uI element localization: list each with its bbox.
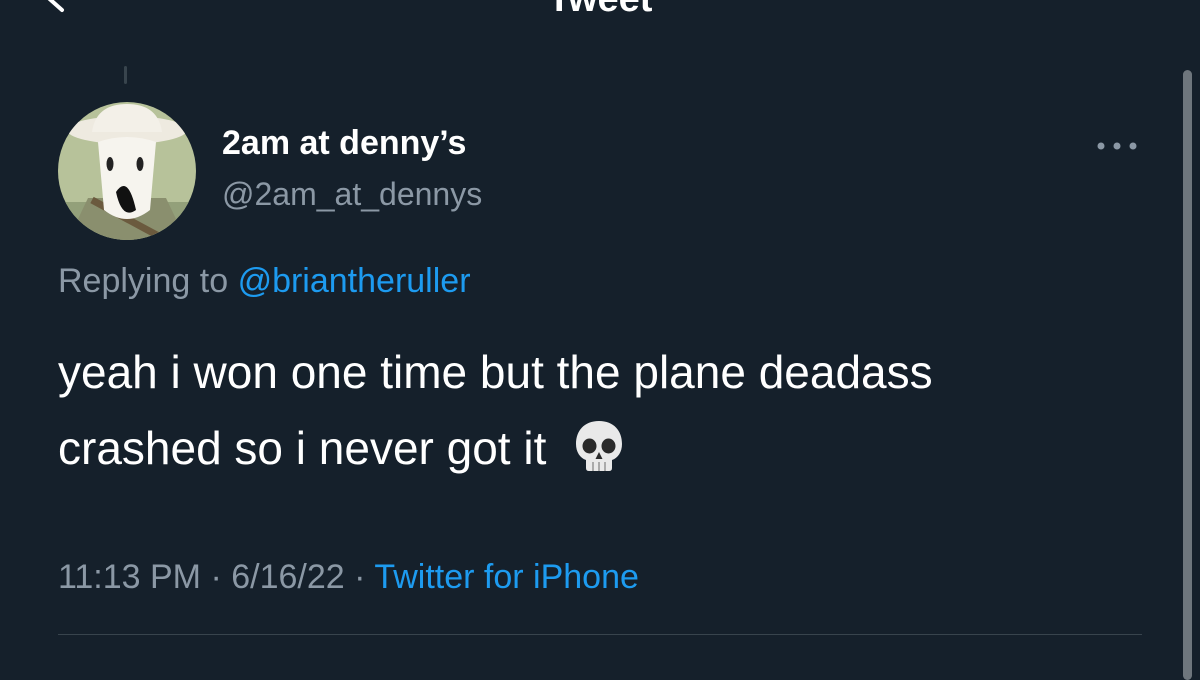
avatar[interactable] [58, 102, 196, 240]
tweet-body: yeah i won one time but the plane deadas… [58, 346, 933, 474]
page-title: Tweet [0, 0, 1200, 21]
display-name[interactable]: 2am at denny’s [222, 124, 466, 163]
replying-prefix: Replying to [58, 262, 229, 300]
meta-separator: · [210, 558, 222, 596]
meta-separator: · [354, 558, 366, 596]
tweet-date[interactable]: 6/16/22 [231, 558, 344, 596]
tweet-text: yeah i won one time but the plane deadas… [58, 334, 1058, 486]
tweet-meta: 11:13 PM · 6/16/22 · Twitter for iPhone [58, 558, 639, 597]
replying-to: Replying to @briantheruller [58, 262, 471, 301]
reply-mention-link[interactable]: @briantheruller [238, 262, 471, 300]
scrollbar[interactable] [1183, 70, 1192, 680]
tweet-source-link[interactable]: Twitter for iPhone [374, 558, 639, 596]
thread-line [124, 66, 127, 84]
tweet-time[interactable]: 11:13 PM [58, 558, 201, 596]
skull-emoji-icon [571, 418, 627, 474]
divider [58, 634, 1142, 635]
handle[interactable]: @2am_at_dennys [222, 176, 482, 213]
more-icon[interactable] [1094, 134, 1140, 158]
